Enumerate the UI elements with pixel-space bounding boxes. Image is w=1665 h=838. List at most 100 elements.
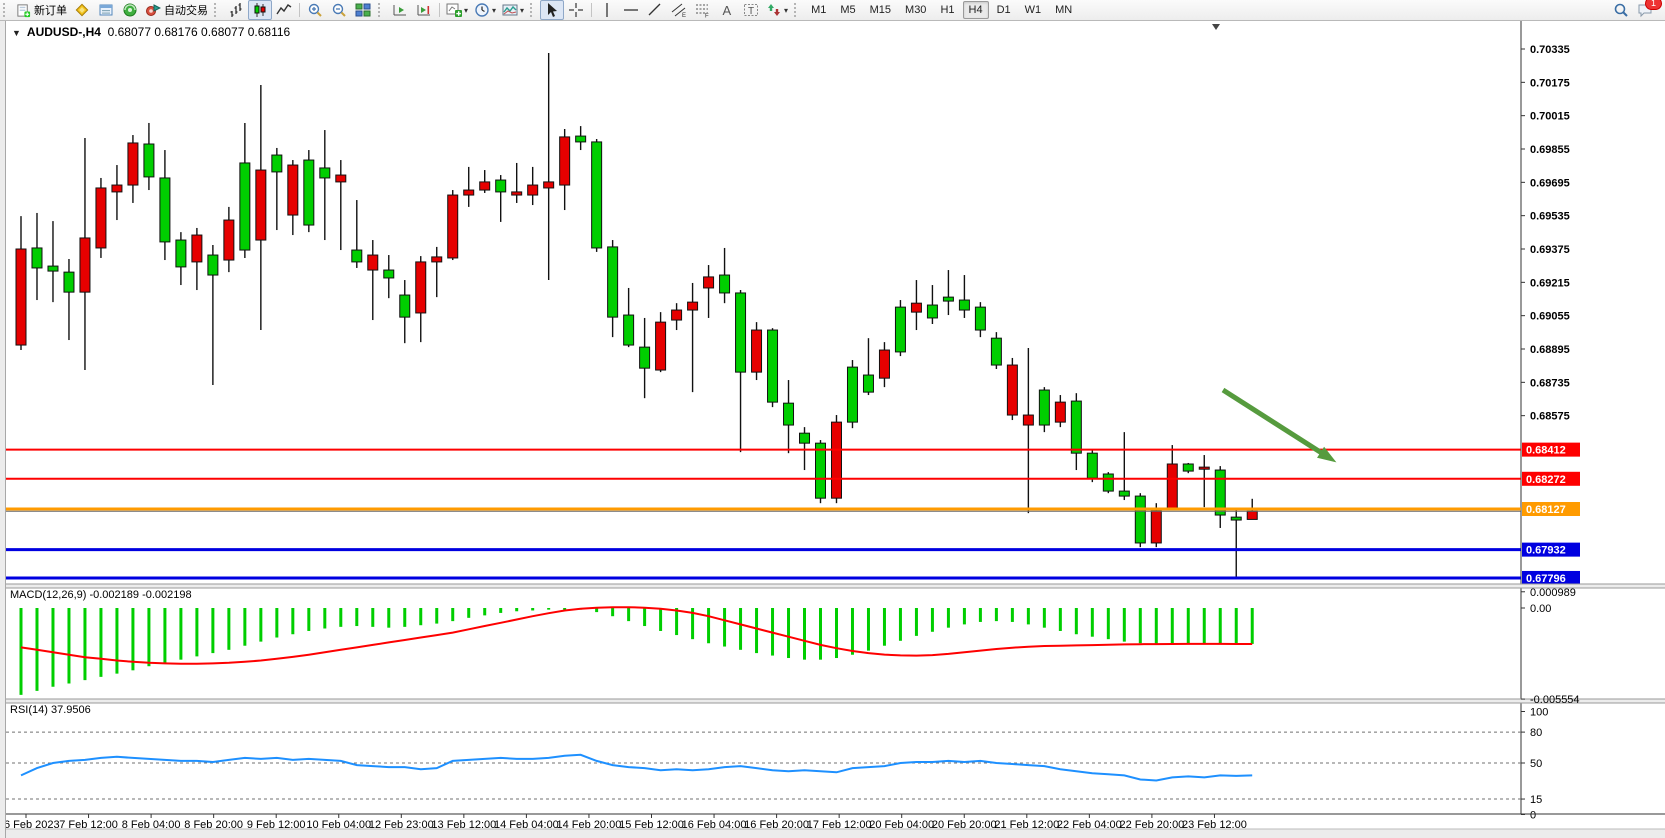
new-chart-dropdown[interactable]: ▾ — [443, 0, 471, 20]
candle — [863, 375, 873, 392]
toolbar-grip[interactable] — [530, 3, 537, 17]
cursor-icon — [544, 2, 560, 18]
timeframe-button-mn[interactable]: MN — [1049, 1, 1078, 19]
price-axis-tick: 0.69055 — [1530, 311, 1570, 323]
candle — [400, 295, 410, 317]
chart-title: ▼AUDUSD-,H4 0.68077 0.68176 0.68077 0.68… — [12, 25, 290, 39]
candle — [1071, 401, 1081, 453]
candle — [672, 310, 682, 320]
timeframe-button-m1[interactable]: M1 — [805, 1, 832, 19]
data-window-button[interactable] — [94, 0, 118, 20]
candle — [704, 277, 714, 288]
text-label-icon: T — [743, 2, 759, 18]
crosshair-button[interactable] — [564, 0, 588, 20]
chevron-down-icon: ▾ — [464, 6, 468, 15]
candle — [608, 247, 618, 317]
text-button[interactable]: A — [715, 0, 739, 20]
candle — [576, 136, 586, 142]
chart-shift-icon — [416, 2, 432, 18]
candle — [304, 160, 314, 225]
arrows-dropdown[interactable]: ▾ — [763, 0, 791, 20]
candle — [975, 307, 985, 330]
timeframe-button-m30[interactable]: M30 — [899, 1, 932, 19]
candle — [831, 422, 841, 498]
candle — [128, 143, 138, 185]
vertical-line-button[interactable] — [595, 0, 619, 20]
candle — [208, 255, 218, 275]
candle — [112, 185, 122, 192]
cursor-button[interactable] — [540, 0, 564, 20]
rsi-axis-tick: 80 — [1530, 727, 1542, 739]
price-badge-label: 0.67796 — [1526, 573, 1566, 585]
toolbar-grip[interactable] — [794, 3, 801, 17]
fibonacci-button[interactable]: F — [691, 0, 715, 20]
candle — [176, 240, 186, 267]
candle — [991, 338, 1001, 365]
candle — [320, 168, 330, 178]
text-icon: A — [719, 2, 735, 18]
price-badge-label: 0.68412 — [1526, 445, 1566, 457]
horizontal-line-button[interactable] — [619, 0, 643, 20]
timeframe-button-d1[interactable]: D1 — [991, 1, 1017, 19]
svg-text:F: F — [705, 14, 709, 19]
price-badge-label: 0.68272 — [1526, 474, 1566, 486]
candle — [336, 175, 346, 182]
timeframe-button-h4[interactable]: H4 — [963, 1, 989, 19]
toolbar-grip[interactable] — [214, 3, 221, 17]
bar-chart-button[interactable] — [224, 0, 248, 20]
candle — [144, 144, 154, 177]
chevron-down-icon[interactable]: ▼ — [12, 28, 21, 38]
template-dropdown[interactable]: ▾ — [499, 0, 527, 20]
price-badge-label: 0.67932 — [1526, 545, 1566, 557]
autotrading-label: 自动交易 — [164, 2, 208, 18]
chart-canvas[interactable]: 0.703350.701750.700150.698550.696950.695… — [0, 0, 1665, 838]
candle — [879, 350, 889, 378]
market-watch-button[interactable] — [70, 0, 94, 20]
zoom-in-icon — [307, 2, 323, 18]
candle — [847, 367, 857, 422]
auto-scroll-button[interactable] — [388, 0, 412, 20]
zoom-in-button[interactable] — [303, 0, 327, 20]
candle — [256, 170, 266, 240]
macd-axis-tick: 0.000989 — [1530, 587, 1576, 599]
candle — [768, 330, 778, 402]
tile-windows-button[interactable] — [351, 0, 375, 20]
period-dropdown[interactable]: ▾ — [471, 0, 499, 20]
timeframe-button-h1[interactable]: H1 — [934, 1, 960, 19]
line-chart-icon — [276, 2, 292, 18]
candle — [1023, 415, 1033, 425]
zoom-out-button[interactable] — [327, 0, 351, 20]
candlestick-icon — [252, 2, 268, 18]
new-order-label: 新订单 — [34, 2, 67, 18]
navigator-button[interactable] — [118, 0, 142, 20]
autotrading-button[interactable]: 自动交易 — [142, 0, 211, 20]
metatrader-window: 新订单 自动交易 — [0, 0, 1665, 838]
price-axis-tick: 0.69535 — [1530, 211, 1570, 223]
equidistant-channel-button[interactable]: E — [667, 0, 691, 20]
candle — [416, 262, 426, 313]
new-order-button[interactable]: 新订单 — [13, 0, 70, 20]
timeframe-button-m5[interactable]: M5 — [834, 1, 861, 19]
svg-text:E: E — [682, 13, 686, 18]
line-chart-button[interactable] — [272, 0, 296, 20]
text-label-button[interactable]: T — [739, 0, 763, 20]
candle — [224, 220, 234, 260]
candle — [640, 347, 650, 368]
candle — [96, 188, 106, 248]
candle — [959, 300, 969, 310]
timeframe-button-m15[interactable]: M15 — [864, 1, 897, 19]
candle — [544, 182, 554, 188]
candle — [80, 238, 90, 292]
candle — [1119, 491, 1129, 496]
toolbar-grip[interactable] — [3, 3, 10, 17]
chart-shift-button[interactable] — [412, 0, 436, 20]
candle — [656, 322, 666, 370]
notifications-button[interactable]: 1 — [1633, 0, 1657, 20]
candle — [64, 272, 74, 292]
timeframe-button-w1[interactable]: W1 — [1019, 1, 1048, 19]
candlestick-button[interactable] — [248, 0, 272, 20]
search-button[interactable] — [1609, 0, 1633, 20]
chevron-down-icon: ▾ — [784, 6, 788, 15]
toolbar-grip[interactable] — [378, 3, 385, 17]
trendline-button[interactable] — [643, 0, 667, 20]
